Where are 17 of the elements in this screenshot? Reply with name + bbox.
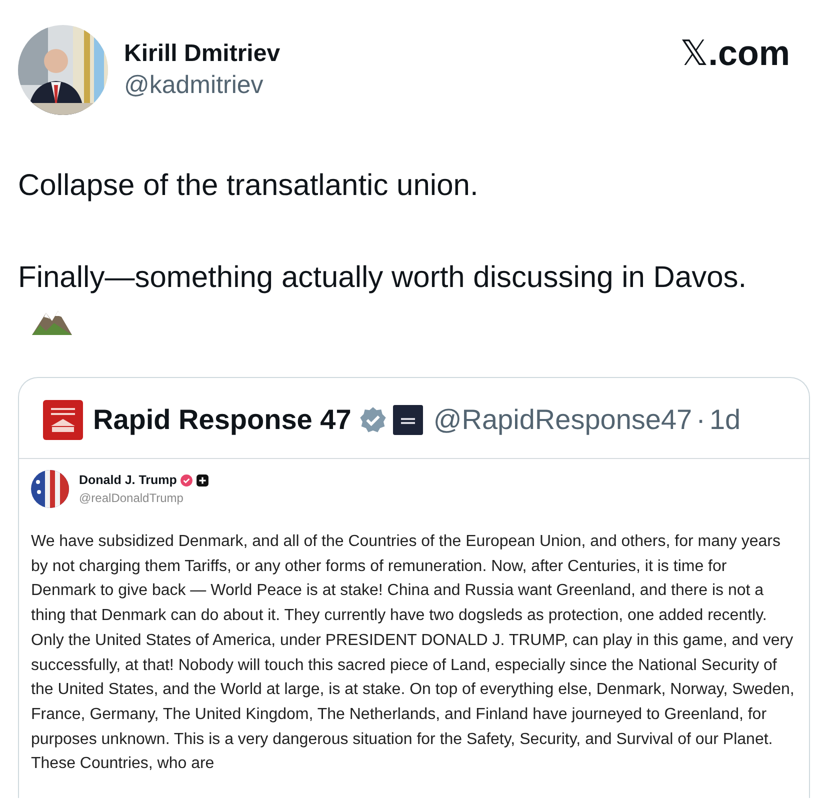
building-logo-icon — [43, 400, 83, 440]
separator-dot: · — [696, 404, 706, 436]
plus-icon — [196, 474, 209, 486]
verified-icon — [359, 406, 388, 434]
author-name: Donald J. Trump — [79, 473, 177, 487]
author-handle: @realDonaldTrump — [79, 491, 184, 505]
post-age: 1d — [709, 404, 741, 436]
author-name: Kirill Dmitriev — [124, 39, 282, 69]
tweet-text: Finally—something actually worth discussing in Davos. — [18, 255, 758, 347]
tweet-text: Collapse of the transatlantic union. — [18, 168, 480, 204]
account-name: Rapid Response 47 — [93, 404, 352, 436]
quoted-post-card[interactable] — [18, 377, 810, 798]
verified-icon — [180, 474, 193, 486]
author-handle: @kadmitriev — [124, 70, 264, 101]
account-handle: @RapidResponse47 — [433, 404, 692, 436]
post-text: We have subsidized Denmark, and all of the Countries of the European Union, and others, for many years by not charging them Tariffs, or any other forms of remuneration. Now, after Centuries, it is time for Denmark to give back — World Peace is at stake! China and Russia want Greenland, and there is not a thing that Denmark can do about it. They currently have two dogsleds as protection, one added recently. Only the United States of America, under PRESIDENT DONALD J. TRUMP, can play in this game, and very successfully, at that! Nobody will touch this sacred piece of Land, especially since the National Security of the United States, and the World at large, is at stake. On top of everything else, Denmark, Norway, Sweden, France, Germany, The United Kingdom, The Netherlands, and Finland have journeyed to Greenland, for purposes unknown. This is a very dangerous situation for the Safety, Security, and Survival of our Planet. These Countries, who are — [31, 532, 795, 774]
site-logo: 𝕏.com — [680, 34, 790, 74]
